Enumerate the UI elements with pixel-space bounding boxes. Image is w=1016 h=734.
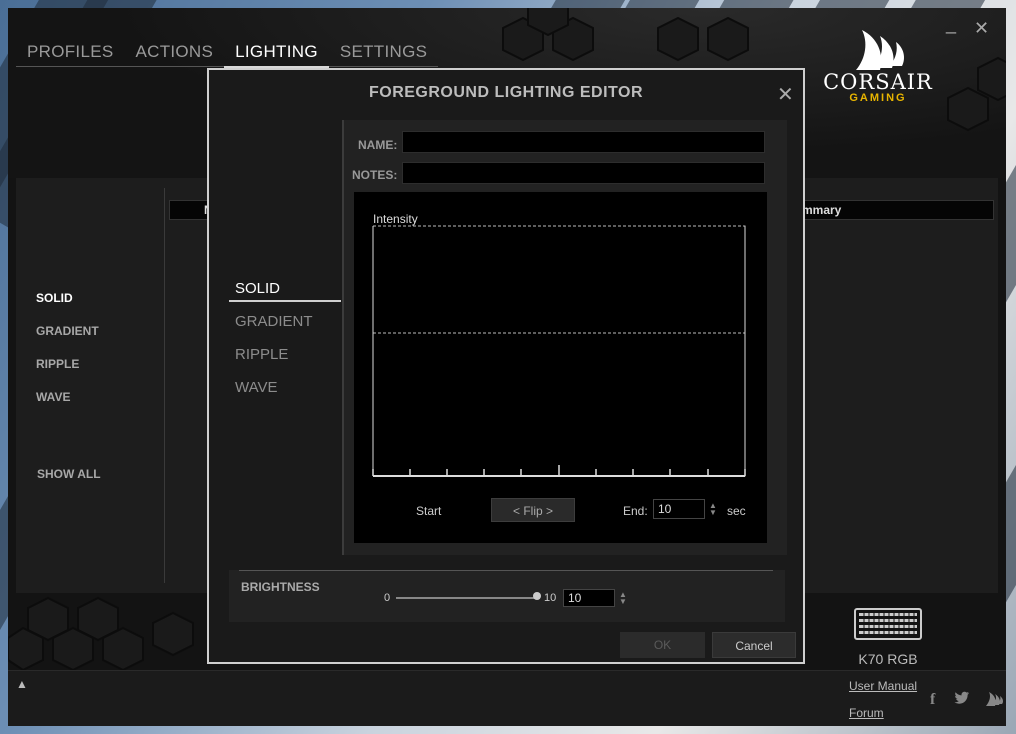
- intensity-graph[interactable]: [372, 225, 750, 485]
- device-name: K70 RGB: [858, 651, 918, 667]
- divider: [164, 188, 165, 583]
- close-icon[interactable]: ✕: [974, 18, 989, 39]
- brightness-slider-handle[interactable]: [533, 592, 541, 600]
- keyboard-icon: [854, 608, 922, 640]
- divider: [239, 570, 773, 571]
- active-effect-underline: [229, 300, 341, 302]
- minimize-icon[interactable]: _: [946, 14, 956, 35]
- nav-item-wave[interactable]: WAVE: [36, 390, 70, 404]
- brightness-slider-track[interactable]: [396, 597, 536, 599]
- app-window: _ ✕ PROFILES ACTIONS LIGHTING SETTINGS C…: [8, 8, 1006, 726]
- brightness-label: BRIGHTNESS: [241, 580, 320, 594]
- lighting-editor-dialog: FOREGROUND LIGHTING EDITOR ✕ SOLID GRADI…: [207, 68, 805, 664]
- effect-tab-solid[interactable]: SOLID: [235, 280, 280, 297]
- corsair-sails-icon[interactable]: [984, 691, 1004, 712]
- nav-item-show-all[interactable]: SHOW ALL: [37, 467, 101, 481]
- tab-profiles[interactable]: PROFILES: [16, 42, 124, 66]
- user-manual-link[interactable]: User Manual: [849, 679, 917, 693]
- expand-up-icon[interactable]: ▲: [16, 677, 28, 691]
- ok-button[interactable]: OK: [620, 632, 705, 658]
- close-icon[interactable]: ✕: [777, 82, 794, 107]
- end-label: End:: [623, 504, 648, 518]
- main-tabs: PROFILES ACTIONS LIGHTING SETTINGS: [16, 42, 439, 68]
- notes-label: NOTES:: [352, 168, 398, 182]
- twitter-icon[interactable]: [954, 691, 970, 710]
- end-spin-icon[interactable]: ▲ ▼: [709, 502, 717, 517]
- nav-item-solid[interactable]: SOLID: [36, 291, 73, 305]
- brightness-max: 10: [544, 592, 557, 604]
- device-selector[interactable]: K70 RGB: [848, 608, 928, 667]
- brightness-spin-icon[interactable]: ▲ ▼: [619, 591, 627, 606]
- name-label: NAME:: [358, 138, 398, 152]
- tab-actions[interactable]: ACTIONS: [124, 42, 224, 66]
- sails-icon: [856, 30, 904, 70]
- nav-item-ripple[interactable]: RIPPLE: [36, 357, 79, 371]
- effect-tab-ripple[interactable]: RIPPLE: [235, 346, 288, 363]
- facebook-icon[interactable]: f: [930, 691, 935, 709]
- intensity-graph-panel: Intensity Start < Flip > End: 10 ▲ ▼ sec: [354, 192, 767, 543]
- effect-tab-wave[interactable]: WAVE: [235, 379, 278, 396]
- effect-tab-gradient[interactable]: GRADIENT: [235, 313, 313, 330]
- graph-label: Intensity: [373, 212, 418, 226]
- tab-lighting[interactable]: LIGHTING: [224, 42, 329, 68]
- corsair-logo: CORSAIR GAMING: [823, 28, 933, 104]
- cancel-button[interactable]: Cancel: [712, 632, 796, 658]
- dialog-title: FOREGROUND LIGHTING EDITOR: [368, 84, 644, 101]
- nav-item-gradient[interactable]: GRADIENT: [36, 324, 99, 338]
- lighting-nav: SOLID GRADIENT RIPPLE WAVE SHOW ALL: [16, 178, 156, 593]
- name-input[interactable]: [402, 131, 765, 153]
- forum-link[interactable]: Forum: [849, 706, 884, 720]
- notes-input[interactable]: [402, 162, 765, 184]
- tab-settings[interactable]: SETTINGS: [329, 42, 438, 66]
- effect-editor: NAME: NOTES: Intensity Start < Flip > En…: [342, 120, 787, 555]
- brightness-panel: BRIGHTNESS 0 10 ▲▼: [229, 570, 785, 622]
- column-header-summary[interactable]: mmary: [802, 203, 841, 217]
- start-label: Start: [416, 504, 442, 518]
- logo-name: CORSAIR: [823, 70, 933, 94]
- sec-label: sec: [727, 504, 746, 518]
- footer-bar: ▲ User Manual Forum f: [8, 670, 1006, 726]
- brightness-min: 0: [384, 592, 391, 604]
- end-time-input[interactable]: [653, 499, 705, 519]
- brightness-input[interactable]: [563, 589, 615, 607]
- flip-button[interactable]: < Flip >: [491, 498, 575, 522]
